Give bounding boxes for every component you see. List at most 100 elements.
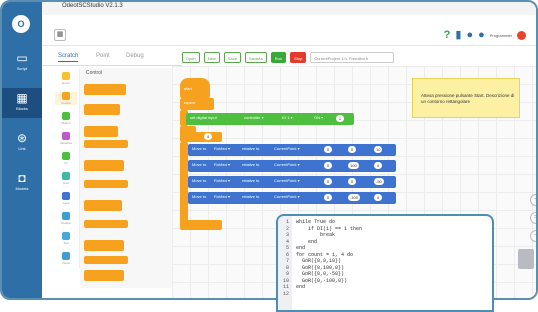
palette-block[interactable] <box>84 256 128 264</box>
rail-item-link[interactable]: ⊛ Link <box>2 128 42 158</box>
palette-block[interactable] <box>84 160 124 171</box>
move-block[interactable]: Move to RoMed ▾ relative to CurrentPoint… <box>188 160 396 172</box>
top-toolbar: ▦ ? ▮ ● ● Programmer <box>42 24 536 46</box>
open-button[interactable]: Open <box>182 52 200 63</box>
robot-dropdown[interactable]: RoMed ▾ <box>214 146 230 151</box>
block-label: start <box>184 86 192 91</box>
z-value[interactable]: 10 <box>374 146 383 153</box>
robot-dropdown[interactable]: RoMed ▾ <box>214 178 230 183</box>
help-icon[interactable]: ? <box>444 27 451 43</box>
move-block[interactable]: Move to RoMed ▾ relative to CurrentPoint… <box>188 144 396 156</box>
book-icon[interactable]: ▮ <box>455 27 461 43</box>
tab-point[interactable]: Point <box>96 53 110 59</box>
robot-dropdown[interactable]: RoMed ▾ <box>214 162 230 167</box>
zoom-reset-icon[interactable]: = <box>530 212 536 224</box>
x-value[interactable]: 0 <box>324 194 332 201</box>
point-dropdown[interactable]: CurrentPoint ▾ <box>274 194 300 199</box>
category-motion[interactable]: Motion <box>55 112 77 125</box>
category-icon <box>62 92 70 100</box>
tab-debug[interactable]: Debug <box>126 53 144 59</box>
x-value[interactable]: 0 <box>324 178 332 185</box>
count-pill[interactable]: 4 <box>204 133 212 140</box>
user-icon[interactable]: ● <box>466 27 473 43</box>
avatar[interactable]: ● <box>478 27 485 43</box>
trash-icon[interactable] <box>518 249 534 269</box>
category-event[interactable]: Event <box>55 72 77 85</box>
code-line: 12 <box>278 291 492 298</box>
stop-button[interactable]: Stop <box>290 52 307 63</box>
palette-block[interactable] <box>84 200 122 211</box>
save-as-button[interactable]: SaveAs <box>244 52 267 63</box>
value-pill[interactable]: 1 <box>336 115 344 122</box>
category-icon <box>62 212 70 220</box>
code-view[interactable]: 1 while True do 2 if DI(1) == 1 then 3 br… <box>278 219 492 297</box>
tab-scratch[interactable]: Scratch <box>58 53 79 62</box>
category-tool[interactable]: Tool <box>55 232 77 245</box>
block-label: set digital input <box>190 115 217 120</box>
palette-block[interactable] <box>84 140 128 148</box>
category-icon <box>62 192 70 200</box>
user-name[interactable]: Programmer <box>490 33 512 38</box>
grid-menu-button[interactable]: ▦ <box>54 29 66 41</box>
rail-item-blocks[interactable]: ▦ Blocks <box>2 88 42 118</box>
comment-note[interactable]: Attesa pressione pulsante Start. Descriz… <box>412 78 520 118</box>
palette-block[interactable] <box>84 220 128 228</box>
for-count-block[interactable]: 4 <box>180 132 222 142</box>
move-block[interactable]: Move to RoMed ▾ relative to CurrentPoint… <box>188 176 396 188</box>
y-value[interactable]: 0 <box>348 178 356 185</box>
category-control[interactable]: Control <box>55 92 77 105</box>
z-value[interactable]: 0 <box>374 162 382 169</box>
palette-title: Control <box>86 70 103 76</box>
mode-label: relative to <box>242 178 260 183</box>
palette-block[interactable] <box>84 104 120 115</box>
rail-item-script[interactable]: ▭ Script <box>2 48 42 78</box>
category-position[interactable]: Position <box>55 212 77 225</box>
new-button[interactable]: New <box>203 52 220 63</box>
point-dropdown[interactable]: CurrentPoint ▾ <box>274 146 300 151</box>
category-joint[interactable]: Joint <box>55 172 77 185</box>
palette-block[interactable] <box>84 240 124 251</box>
z-value[interactable]: 0 <box>374 194 382 201</box>
controller-dropdown[interactable]: controller ▾ <box>244 115 264 120</box>
x-value[interactable]: 0 <box>324 162 332 169</box>
loop-end-block <box>180 220 222 230</box>
start-hat-block[interactable]: start <box>180 78 210 98</box>
category-axes[interactable]: Axes <box>55 192 77 205</box>
zoom-out-icon[interactable]: − <box>530 230 536 242</box>
run-button[interactable]: Run <box>270 52 287 63</box>
file-name-field[interactable]: CurrentProject 1.h. Freeditor.h <box>310 52 395 63</box>
robot-dropdown[interactable]: RoMed ▾ <box>214 194 230 199</box>
point-dropdown[interactable]: CurrentPoint ▾ <box>274 162 300 167</box>
zoom-in-icon[interactable]: + <box>530 194 536 206</box>
category-vision[interactable]: Vision <box>55 252 77 265</box>
close-icon[interactable] <box>517 30 526 40</box>
set-io-block[interactable]: set digital input controller ▾ IO 1 ▾ ON… <box>186 113 354 125</box>
mode-label: relative to <box>242 146 260 151</box>
editor-tabs: Scratch Point Debug <box>42 52 182 66</box>
category-io[interactable]: IO <box>55 152 77 165</box>
palette-block[interactable] <box>84 126 118 137</box>
palette-block[interactable] <box>84 180 128 188</box>
state-dropdown[interactable]: ON ▾ <box>314 115 323 120</box>
rail-item-models[interactable]: ◘ Models <box>2 168 42 198</box>
y-value[interactable]: 0 <box>348 146 356 153</box>
z-value[interactable]: -50 <box>374 178 384 185</box>
y-value[interactable]: 100 <box>348 162 359 169</box>
save-button[interactable]: Save <box>223 52 241 63</box>
chip-icon: ◘ <box>18 171 26 185</box>
action-buttons: Open New Save SaveAs Run Stop CurrentPro… <box>182 52 395 64</box>
monitor-icon: ▭ <box>16 51 28 65</box>
x-value[interactable]: 0 <box>324 146 332 153</box>
palette-block[interactable] <box>84 270 124 281</box>
y-value[interactable]: -100 <box>348 194 361 201</box>
for-arm <box>180 142 188 228</box>
title-bar: OdeotSCStudio V2.1.3 <box>2 2 536 15</box>
move-block[interactable]: Move to RoMed ▾ relative to CurrentPoint… <box>188 192 396 204</box>
block-label: Move to <box>192 178 207 183</box>
point-dropdown[interactable]: CurrentPoint ▾ <box>274 178 300 183</box>
io-dropdown[interactable]: IO 1 ▾ <box>282 115 293 120</box>
loop-block[interactable]: repeat <box>180 98 214 110</box>
palette-block[interactable] <box>84 84 126 95</box>
category-variables[interactable]: Variables <box>55 132 77 145</box>
rail-item-label: Blocks <box>16 106 28 111</box>
